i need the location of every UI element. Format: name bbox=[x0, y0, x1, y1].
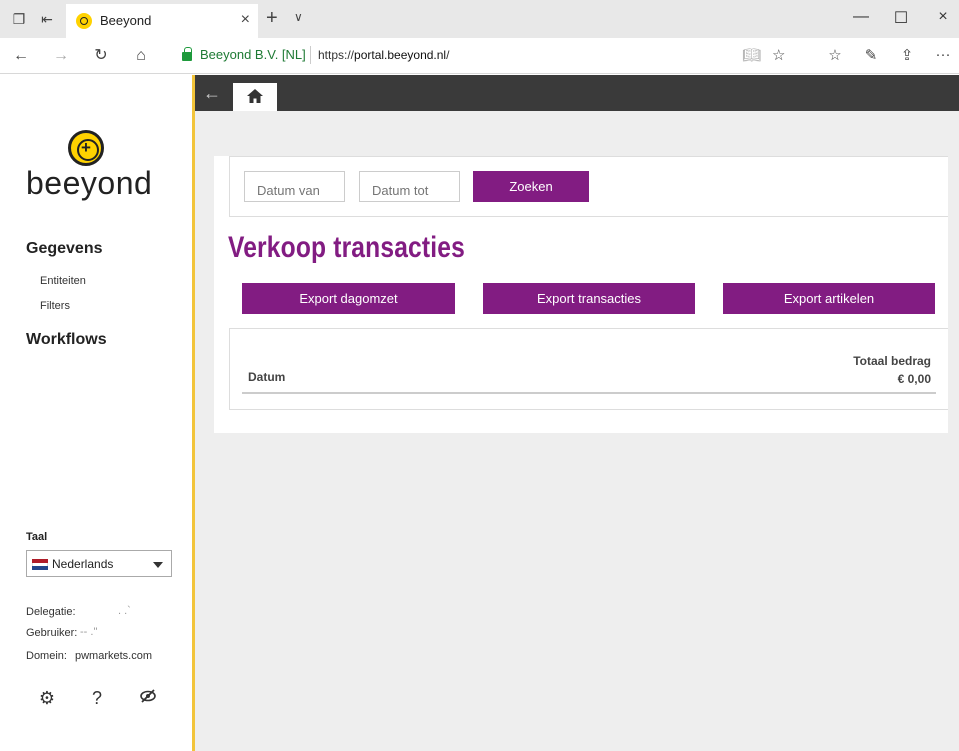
share-icon[interactable]: ⇪ bbox=[896, 46, 918, 64]
reading-view-icon[interactable]: 📖︎ bbox=[742, 46, 761, 64]
back-icon[interactable]: ← bbox=[10, 46, 32, 66]
more-icon[interactable]: ··· bbox=[932, 46, 954, 63]
url-suffix: / bbox=[446, 48, 450, 62]
section-workflows[interactable]: Workflows bbox=[26, 331, 107, 349]
tab-preview-icon[interactable]: ∨ bbox=[294, 10, 303, 24]
minimize-icon[interactable]: — bbox=[846, 8, 876, 26]
export-artikelen-button[interactable]: Export artikelen bbox=[723, 283, 935, 314]
close-window-icon[interactable]: × bbox=[928, 8, 958, 26]
certificate-label[interactable]: Beeyond B.V. [NL] bbox=[200, 47, 306, 62]
url-text[interactable]: https://portal.beeyond.nl/ bbox=[318, 48, 449, 62]
browser-tab[interactable]: Beeyond × bbox=[66, 4, 258, 38]
browser-tabbar: ❐ ⇤ Beeyond × + ∨ — ☐ × bbox=[0, 0, 959, 38]
filter-bar: Zoeken bbox=[229, 156, 948, 217]
favorites-icon[interactable]: ☆ bbox=[824, 46, 846, 64]
logo-text[interactable]: beeyond bbox=[26, 165, 152, 202]
forward-icon[interactable]: → bbox=[50, 46, 72, 66]
language-label: Taal bbox=[26, 531, 48, 543]
refresh-icon[interactable]: ↻ bbox=[90, 46, 112, 66]
web-note-icon[interactable]: ✎ bbox=[860, 46, 882, 64]
export-transacties-button[interactable]: Export transacties bbox=[483, 283, 695, 314]
date-from-input[interactable] bbox=[244, 171, 345, 202]
main-content: ← Zoeken Verkoop transacties Export dago… bbox=[195, 75, 959, 751]
info-domein-value: pwmarkets.com bbox=[75, 650, 153, 662]
sidebar-item-filters[interactable]: Filters bbox=[40, 300, 70, 312]
date-to-input[interactable] bbox=[359, 171, 460, 202]
gear-icon[interactable]: ⚙ bbox=[36, 687, 58, 709]
new-tab-icon[interactable]: + bbox=[266, 7, 278, 30]
sidebar: + beeyond Gegevens Entiteiten Filters Wo… bbox=[0, 75, 192, 751]
info-domein-label: Domein: bbox=[26, 650, 67, 662]
set-aside-tabs-icon[interactable]: ⇤ bbox=[38, 10, 56, 28]
maximize-icon[interactable]: ☐ bbox=[886, 8, 916, 28]
export-dagomzet-button[interactable]: Export dagomzet bbox=[242, 283, 455, 314]
content-card: Zoeken Verkoop transacties Export dagomz… bbox=[214, 156, 948, 433]
home-tab-icon bbox=[247, 89, 263, 103]
section-gegevens[interactable]: Gegevens bbox=[26, 240, 102, 258]
sidebar-item-entiteiten[interactable]: Entiteiten bbox=[40, 275, 86, 287]
eye-slash-icon[interactable] bbox=[137, 687, 159, 709]
help-icon[interactable]: ? bbox=[86, 687, 108, 709]
search-button[interactable]: Zoeken bbox=[473, 171, 589, 202]
logo-plus: + bbox=[81, 138, 91, 157]
transactions-table: Datum Totaal bedrag € 0,00 bbox=[229, 328, 948, 410]
beeyond-logo-icon[interactable]: + bbox=[68, 130, 104, 166]
address-separator bbox=[310, 46, 311, 64]
dutch-flag-icon bbox=[32, 559, 48, 570]
info-gebruiker-value: -- ." bbox=[80, 626, 98, 638]
info-gebruiker-label: Gebruiker: bbox=[26, 627, 78, 639]
column-header-totaal[interactable]: Totaal bedrag bbox=[853, 354, 931, 368]
lock-icon bbox=[182, 47, 192, 61]
favorite-star-icon[interactable]: ☆ bbox=[772, 46, 785, 64]
tab-close-icon[interactable]: × bbox=[241, 11, 250, 29]
eye-slash-svg bbox=[140, 689, 156, 703]
home-icon[interactable]: ⌂ bbox=[130, 46, 152, 66]
app-back-icon[interactable]: ← bbox=[203, 83, 221, 104]
tab-actions-icon[interactable]: ❐ bbox=[10, 10, 28, 28]
chevron-down-icon bbox=[153, 562, 163, 568]
language-select[interactable]: Nederlands bbox=[26, 550, 172, 577]
home-tab[interactable] bbox=[233, 83, 277, 111]
info-delegatie-value: . .` bbox=[118, 605, 131, 617]
address-bar[interactable]: Beeyond B.V. [NL] https://portal.beeyond… bbox=[170, 42, 795, 70]
total-amount: € 0,00 bbox=[897, 372, 931, 386]
url-prefix: https:// bbox=[318, 48, 355, 62]
app-navbar: ← bbox=[195, 75, 959, 111]
tab-title: Beeyond bbox=[100, 13, 152, 28]
header-divider bbox=[242, 392, 936, 394]
language-value: Nederlands bbox=[52, 557, 114, 571]
page-title: Verkoop transacties bbox=[228, 231, 465, 264]
address-toolbar: ← → ↻ ⌂ Beeyond B.V. [NL] https://portal… bbox=[0, 38, 959, 74]
url-host: portal.beeyond.nl bbox=[354, 48, 447, 62]
info-delegatie-label: Delegatie: bbox=[26, 606, 76, 618]
beeyond-favicon-icon bbox=[76, 13, 92, 29]
column-header-datum[interactable]: Datum bbox=[248, 370, 285, 384]
